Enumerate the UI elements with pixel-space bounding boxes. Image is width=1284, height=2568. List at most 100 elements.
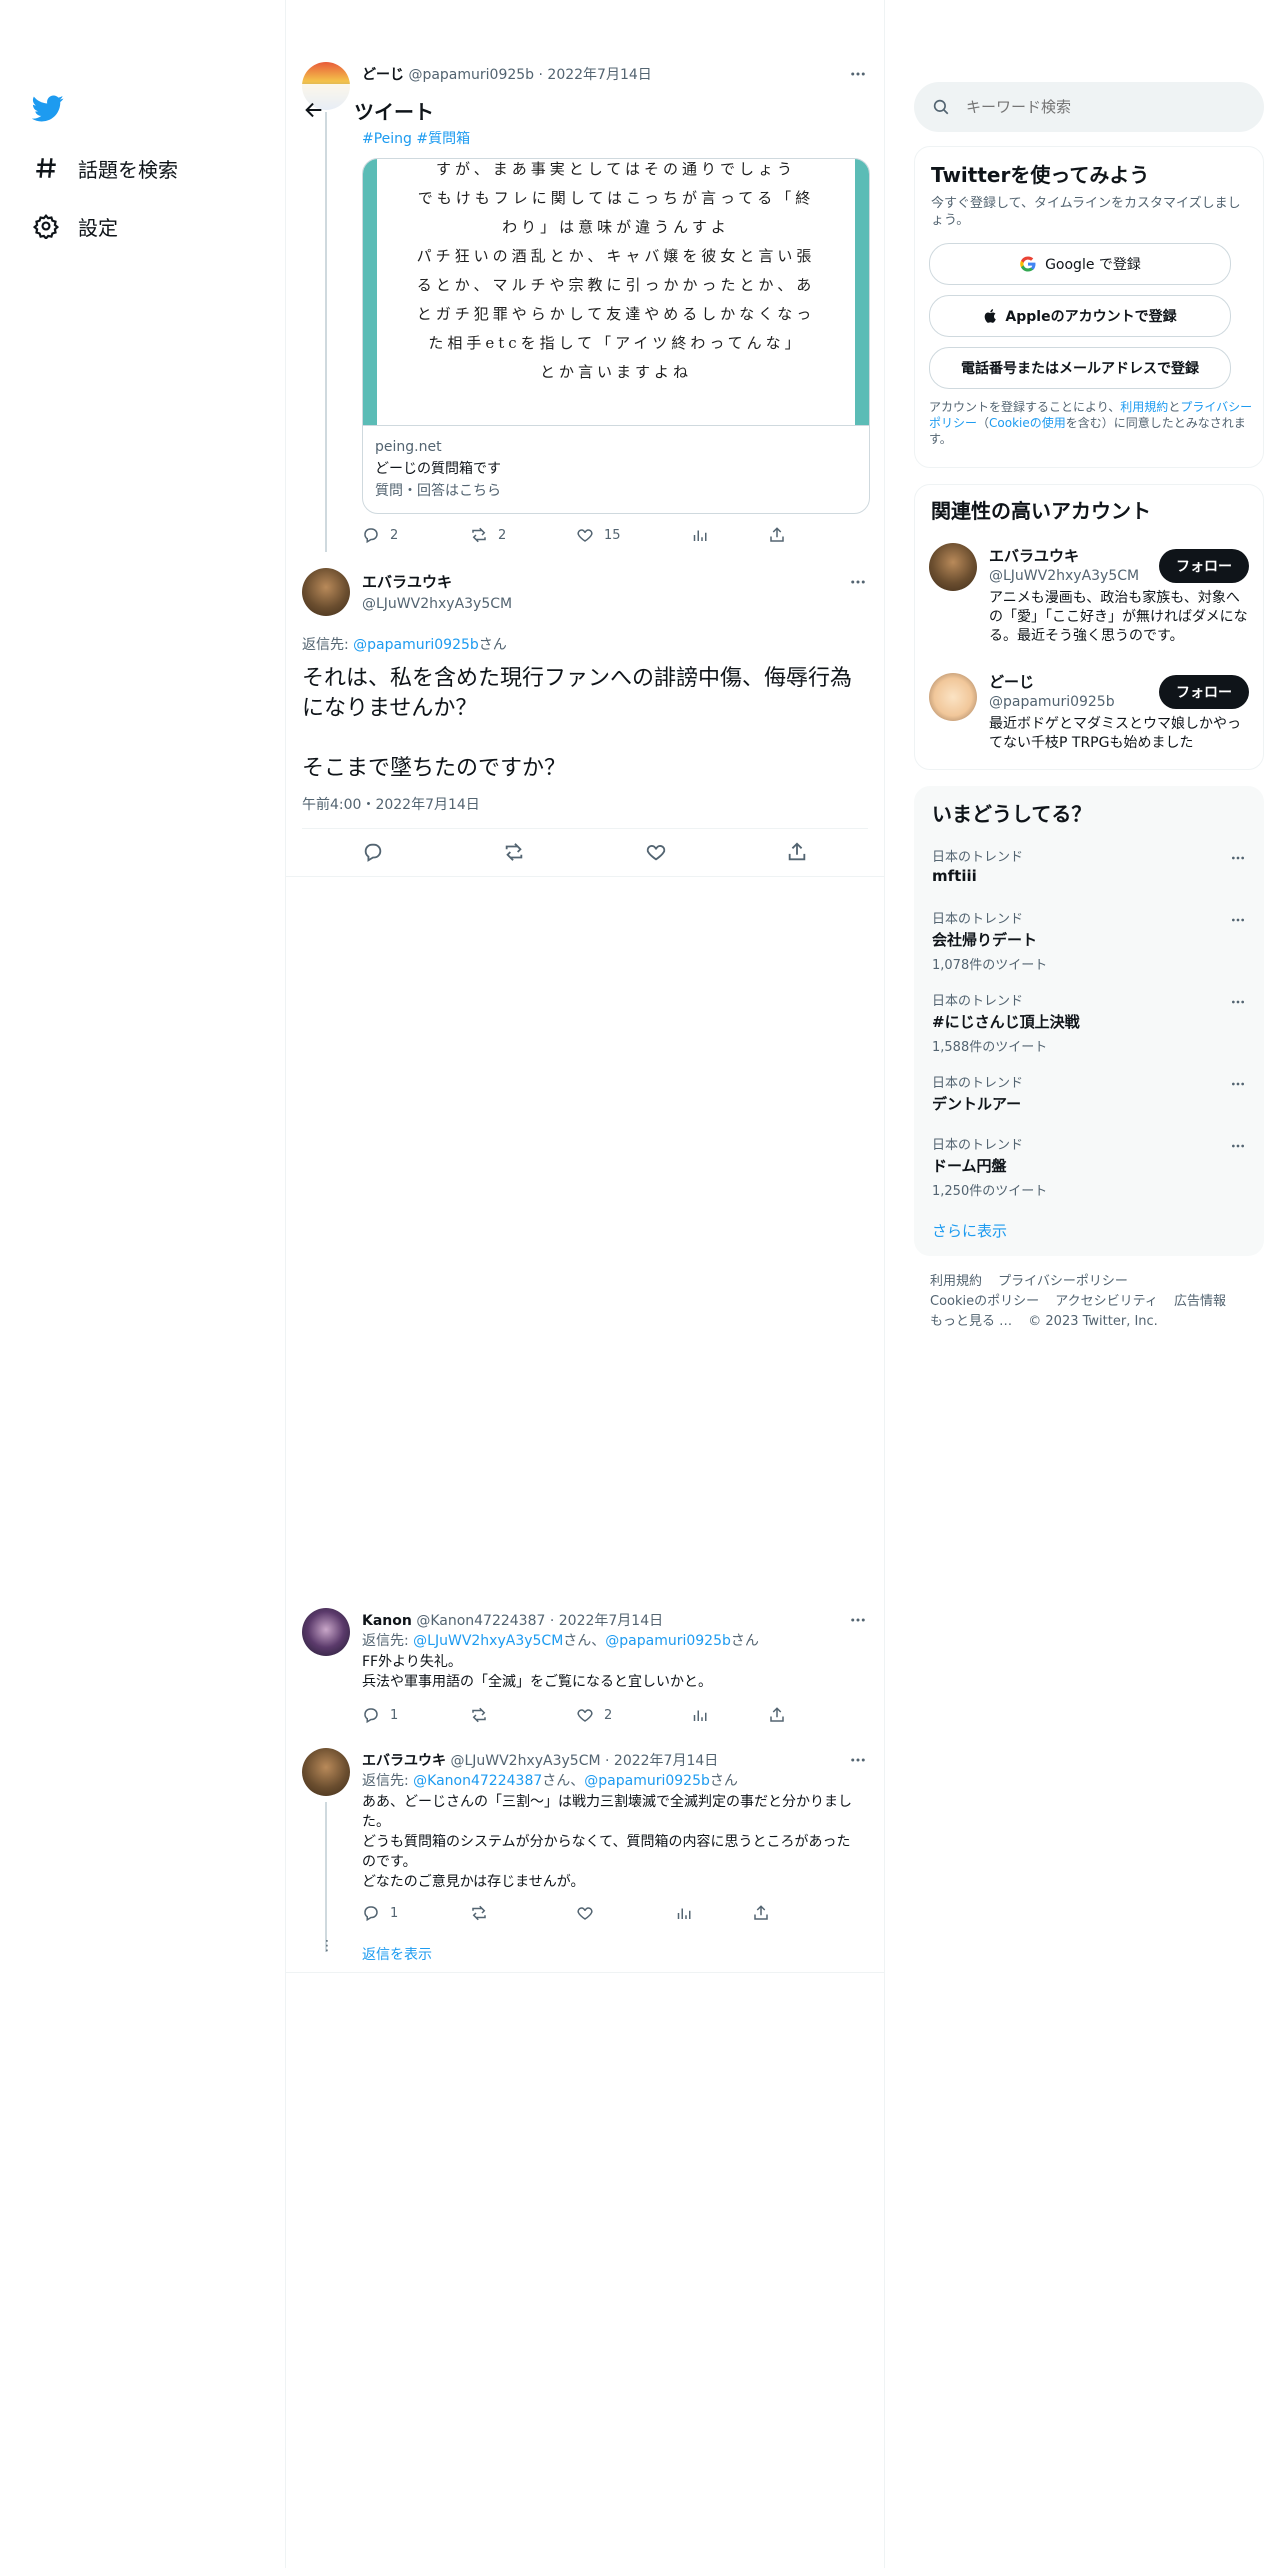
related-title: 関連性の高いアカウント bbox=[931, 499, 1151, 523]
reply-button[interactable]: 2 bbox=[362, 526, 470, 544]
search-input[interactable] bbox=[964, 97, 1248, 117]
parent-tweet-name[interactable]: どーじ bbox=[362, 67, 404, 83]
share-button[interactable] bbox=[786, 841, 808, 863]
apple-signup-button[interactable]: Appleのアカウントで登録 bbox=[929, 295, 1231, 337]
trend-item[interactable]: 日本のトレンド デントルアー bbox=[932, 1072, 1252, 1114]
more-icon[interactable] bbox=[848, 572, 868, 592]
related-account-name[interactable]: エバラユウキ bbox=[989, 545, 1139, 566]
trend-name: デントルアー bbox=[932, 1095, 1022, 1113]
main-tweet-handle[interactable]: @LJuWV2hxyA3y5CM bbox=[362, 596, 512, 612]
cookie-link[interactable]: Cookieの使用 bbox=[989, 416, 1066, 430]
views-button[interactable] bbox=[690, 1706, 768, 1724]
follow-button[interactable]: フォロー bbox=[1159, 675, 1249, 709]
reply-button[interactable] bbox=[362, 841, 384, 863]
share-button[interactable] bbox=[768, 1706, 786, 1724]
footer-accessibility-link[interactable]: アクセシビリティ bbox=[1055, 1294, 1158, 1309]
avatar[interactable] bbox=[302, 1748, 350, 1796]
main-tweet-name[interactable]: エバラユウキ bbox=[362, 571, 512, 592]
retweet-button[interactable] bbox=[470, 1706, 576, 1724]
trend-item[interactable]: 日本のトレンド ドーム円盤 1,250件のツイート bbox=[932, 1134, 1252, 1199]
more-icon[interactable] bbox=[848, 1610, 868, 1630]
avatar[interactable] bbox=[302, 1608, 350, 1656]
retweet-button[interactable] bbox=[503, 841, 525, 863]
reply-button[interactable]: 1 bbox=[362, 1904, 470, 1922]
footer-more-link[interactable]: もっと見る … bbox=[930, 1314, 1012, 1329]
image-text-line: とガチ犯罪やらかして友達やめるしかなくなっ bbox=[416, 305, 816, 323]
follow-button[interactable]: フォロー bbox=[1159, 549, 1249, 583]
avatar[interactable] bbox=[929, 673, 977, 721]
related-account-handle[interactable]: @papamuri0925b bbox=[989, 694, 1115, 710]
related-account-name[interactable]: どーじ bbox=[989, 671, 1115, 692]
retweet-button[interactable] bbox=[470, 1904, 576, 1922]
share-icon bbox=[770, 1707, 784, 1722]
reply-1-name[interactable]: Kanon bbox=[362, 1613, 412, 1629]
views-button[interactable] bbox=[690, 526, 768, 544]
more-icon[interactable] bbox=[848, 1750, 868, 1770]
reply-2-handle[interactable]: @LJuWV2hxyA3y5CM bbox=[450, 1753, 600, 1769]
terms-link[interactable]: 利用規約 bbox=[1120, 400, 1168, 414]
retweet-button[interactable]: 2 bbox=[470, 526, 576, 544]
reply-1-date[interactable]: 2022年7月14日 bbox=[559, 1613, 663, 1629]
thread-line bbox=[325, 1802, 327, 1952]
reply-2-header: エバラユウキ @LJuWV2hxyA3y5CM · 2022年7月14日 bbox=[362, 1753, 719, 1769]
related-account-handle[interactable]: @LJuWV2hxyA3y5CM bbox=[989, 568, 1139, 584]
divider bbox=[286, 876, 884, 877]
parent-tweet-hashtags[interactable]: #Peing #質問箱 bbox=[362, 128, 470, 148]
main-tweet-timestamp[interactable]: 午前4:00・2022年7月14日 bbox=[302, 794, 480, 814]
more-icon[interactable] bbox=[1228, 848, 1248, 868]
twitter-logo-icon[interactable] bbox=[31, 92, 64, 128]
reply-2-reply-to: 返信先: @Kanon47224387さん、@papamuri0925bさん bbox=[362, 1770, 738, 1790]
reply-button[interactable]: 1 bbox=[362, 1706, 470, 1724]
avatar[interactable] bbox=[302, 568, 350, 616]
google-signup-button[interactable]: Google で登録 bbox=[929, 243, 1231, 285]
reply-to-user-link[interactable]: @papamuri0925b bbox=[605, 1633, 731, 1649]
views-button[interactable] bbox=[674, 1904, 752, 1922]
reply-to-user-link[interactable]: @LJuWV2hxyA3y5CM bbox=[413, 1633, 563, 1649]
share-button[interactable] bbox=[768, 526, 786, 544]
footer-terms-link[interactable]: 利用規約 bbox=[930, 1274, 982, 1289]
footer-ads-link[interactable]: 広告情報 bbox=[1174, 1294, 1226, 1309]
search-box[interactable] bbox=[914, 82, 1264, 132]
show-more-trends-link[interactable]: さらに表示 bbox=[932, 1220, 1007, 1241]
more-icon[interactable] bbox=[1228, 992, 1248, 1012]
views-icon bbox=[677, 1908, 691, 1919]
more-icon[interactable] bbox=[848, 64, 868, 84]
like-button[interactable]: 15 bbox=[576, 526, 690, 544]
image-text-line: すが、まあ事実としてはその通りでしょう bbox=[436, 160, 796, 178]
share-button[interactable] bbox=[752, 1904, 770, 1922]
left-column-border bbox=[285, 0, 286, 2568]
more-icon[interactable] bbox=[1228, 1074, 1248, 1094]
footer-privacy-link[interactable]: プライバシーポリシー bbox=[998, 1274, 1128, 1289]
reply-to-user-link[interactable]: @Kanon47224387 bbox=[413, 1773, 542, 1789]
trend-item[interactable]: 日本のトレンド #にじさんじ頂上決戦 1,588件のツイート bbox=[932, 990, 1252, 1055]
more-icon[interactable] bbox=[1228, 1136, 1248, 1156]
reply-1-handle[interactable]: @Kanon47224387 bbox=[416, 1613, 545, 1629]
apple-icon bbox=[983, 308, 999, 324]
trend-count: 1,588件のツイート bbox=[932, 1040, 1048, 1055]
trend-item[interactable]: 日本のトレンド 会社帰りデート 1,078件のツイート bbox=[932, 908, 1252, 973]
reply-2-name[interactable]: エバラユウキ bbox=[362, 1753, 446, 1769]
nav-settings[interactable]: 設定 bbox=[30, 204, 118, 248]
reply-icon bbox=[364, 843, 381, 862]
back-arrow-icon[interactable] bbox=[290, 86, 338, 134]
link-card[interactable]: すが、まあ事実としてはその通りでしょう でもけもフレに関してはこっちが言ってる「… bbox=[362, 158, 870, 514]
parent-tweet-handle[interactable]: @papamuri0925b bbox=[408, 67, 534, 83]
like-button[interactable] bbox=[576, 1904, 674, 1922]
apple-signup-label: Appleのアカウントで登録 bbox=[1005, 309, 1177, 325]
retweet-icon bbox=[472, 1707, 486, 1723]
show-replies-link[interactable]: 返信を表示 bbox=[362, 1944, 432, 1964]
nav-explore[interactable]: 話題を検索 bbox=[30, 146, 178, 190]
trend-item[interactable]: 日本のトレンド mftiii bbox=[932, 846, 1252, 885]
reply-2-date[interactable]: 2022年7月14日 bbox=[614, 1753, 718, 1769]
phone-email-signup-button[interactable]: 電話番号またはメールアドレスで登録 bbox=[929, 347, 1231, 389]
parent-tweet-date[interactable]: 2022年7月14日 bbox=[547, 67, 651, 83]
reply-to-user-link[interactable]: @papamuri0925b bbox=[353, 637, 479, 653]
footer-cookie-link[interactable]: Cookieのポリシー bbox=[930, 1294, 1039, 1309]
reply-to-user-link[interactable]: @papamuri0925b bbox=[584, 1773, 710, 1789]
like-button[interactable]: 2 bbox=[576, 1706, 690, 1724]
more-icon[interactable] bbox=[1228, 910, 1248, 930]
avatar[interactable] bbox=[929, 543, 977, 591]
like-icon bbox=[646, 845, 665, 861]
main-tweet-text-line: そこまで墜ちたのですか？ bbox=[302, 756, 567, 781]
like-button[interactable] bbox=[645, 841, 667, 863]
